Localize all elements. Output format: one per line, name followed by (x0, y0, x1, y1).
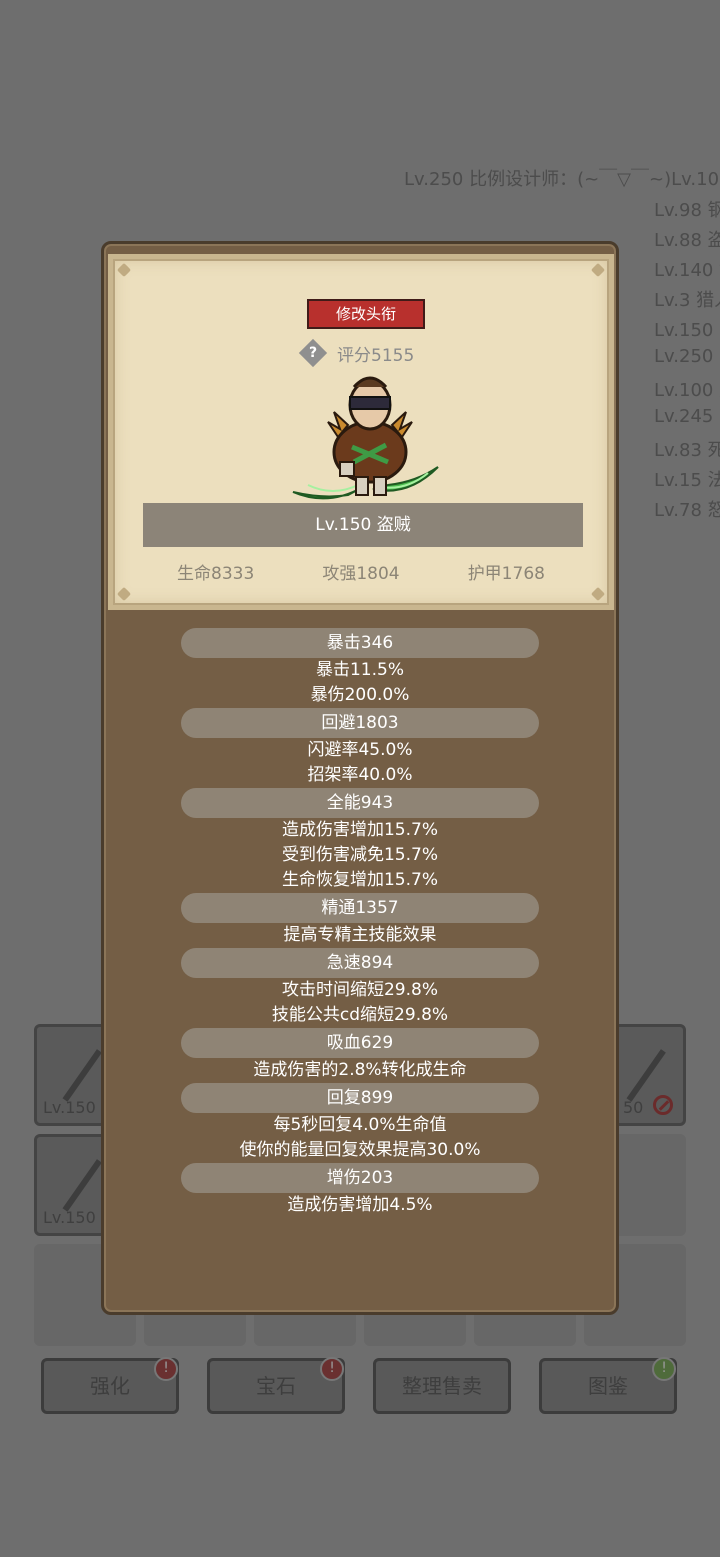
corner-decoration (590, 262, 606, 278)
attr-line: 提高专精主技能效果 (283, 925, 437, 945)
attr-mastery: 精通1357 提高专精主技能效果 (104, 893, 616, 948)
bg-list-entry[interactable]: Lv.150 分 (654, 316, 720, 342)
weapon-icon (62, 1159, 102, 1212)
score-row: ? 评分5155 (298, 338, 415, 368)
attr-line: 造成伤害增加15.7% (281, 820, 438, 840)
stat-health: 生命8333 (177, 564, 255, 584)
attr-line: 生命恢复增加15.7% (281, 870, 438, 890)
alert-icon: ! (652, 1357, 676, 1381)
character-detail-dialog: 修改头衔 ? 评分5155 Lv.150 盗贼 生命8333 攻强1804 护甲… (101, 241, 619, 1315)
corner-decoration (116, 262, 132, 278)
attr-line: 造成伤害增加4.5% (287, 1195, 433, 1215)
attr-avoidance: 回避1803 闪避率45.0% 招架率40.0% (104, 708, 616, 788)
attr-line: 受到伤害减免15.7% (281, 845, 438, 865)
rogue-character-sprite (292, 376, 439, 500)
attr-header: 全能943 (181, 788, 539, 818)
corner-decoration (116, 586, 132, 602)
attr-header: 增伤203 (181, 1163, 539, 1193)
gem-label: 宝石 (256, 1374, 296, 1398)
attr-line: 暴伤200.0% (310, 685, 410, 705)
attr-header: 回复899 (181, 1083, 539, 1113)
codex-button[interactable]: 图鉴 ! (539, 1357, 677, 1414)
codex-label: 图鉴 (588, 1374, 628, 1398)
corner-decoration (590, 586, 606, 602)
attr-header: 暴击346 (181, 628, 539, 658)
attr-haste: 急速894 攻击时间缩短29.8% 技能公共cd缩短29.8% (104, 948, 616, 1028)
attr-header: 精通1357 (181, 893, 539, 923)
score-value: 评分5155 (337, 345, 415, 366)
gem-button[interactable]: 宝石 ! (207, 1357, 345, 1414)
stat-attack-power: 攻强1804 (322, 564, 400, 584)
attr-versatility: 全能943 造成伤害增加15.7% 受到伤害减免15.7% 生命恢复增加15.7… (104, 788, 616, 893)
bg-list-entry[interactable]: Lv.250 (654, 346, 713, 367)
attr-line: 技能公共cd缩短29.8% (271, 1005, 449, 1025)
alert-icon: ! (154, 1357, 178, 1381)
alert-icon: ! (320, 1357, 344, 1381)
attr-regen: 回复899 每5秒回复4.0%生命值 使你的能量回复效果提高30.0% (104, 1083, 616, 1163)
attr-crit: 暴击346 暴击11.5% 暴伤200.0% (104, 628, 616, 708)
weapon-icon (626, 1049, 666, 1102)
character-name-banner: Lv.150 盗贼 (143, 503, 583, 547)
bg-list-entry[interactable]: Lv.245 (654, 406, 713, 427)
enhance-button[interactable]: 强化 ! (41, 1357, 179, 1414)
character-card: 修改头衔 ? 评分5155 Lv.150 盗贼 生命8333 攻强1804 护甲… (108, 254, 614, 610)
sort-sell-button[interactable]: 整理售卖 (373, 1358, 511, 1414)
sort-sell-label: 整理售卖 (402, 1374, 482, 1398)
attr-line: 使你的能量回复效果提高30.0% (239, 1140, 481, 1160)
attr-line: 闪避率45.0% (307, 740, 413, 760)
attr-damage-increase: 增伤203 造成伤害增加4.5% (104, 1163, 616, 1218)
attr-header: 急速894 (181, 948, 539, 978)
slot-level: 50 (623, 1098, 644, 1117)
base-stats: 生命8333 攻强1804 护甲1768 (113, 559, 609, 584)
bg-list-entry[interactable]: Lv.88 盗 (654, 226, 720, 252)
attr-line: 攻击时间缩短29.8% (281, 980, 438, 1000)
attr-line: 每5秒回复4.0%生命值 (273, 1115, 447, 1135)
stat-armor: 护甲1768 (467, 564, 545, 584)
question-icon[interactable]: ? (298, 338, 328, 368)
bg-list-entry[interactable]: Lv.15 法 (654, 466, 720, 492)
enhance-label: 强化 (90, 1374, 130, 1398)
attr-lifesteal: 吸血629 造成伤害的2.8%转化成生命 (104, 1028, 616, 1083)
attr-line: 招架率40.0% (307, 765, 413, 785)
bg-top-line: Lv.250 比例设计师：(~￣▽￣~)Lv.100)艾 (404, 169, 720, 190)
bg-list-entry[interactable]: Lv.140 钢 (654, 256, 720, 282)
bg-list-entry[interactable]: Lv.3 猎人 (654, 286, 720, 312)
attr-line: 造成伤害的2.8%转化成生命 (253, 1060, 467, 1080)
weapon-icon (62, 1049, 102, 1102)
bg-list-entry[interactable]: Lv.100 龙 (654, 376, 720, 402)
attr-header: 回避1803 (181, 708, 539, 738)
bg-list-entry[interactable]: Lv.98 钢 (654, 196, 720, 222)
attribute-list: 暴击346 暴击11.5% 暴伤200.0% 回避1803 闪避率45.0% 招… (104, 628, 616, 1218)
attr-line: 暴击11.5% (315, 660, 404, 680)
slot-level: Lv.150 (43, 1098, 96, 1117)
bg-list-entry[interactable]: Lv.83 死 (654, 436, 720, 462)
attr-header: 吸血629 (181, 1028, 539, 1058)
ban-icon (653, 1095, 673, 1115)
slot-level: Lv.150 (43, 1208, 96, 1227)
bg-list-entry[interactable]: Lv.78 怒 (654, 496, 720, 522)
edit-title-button[interactable]: 修改头衔 (307, 299, 425, 329)
